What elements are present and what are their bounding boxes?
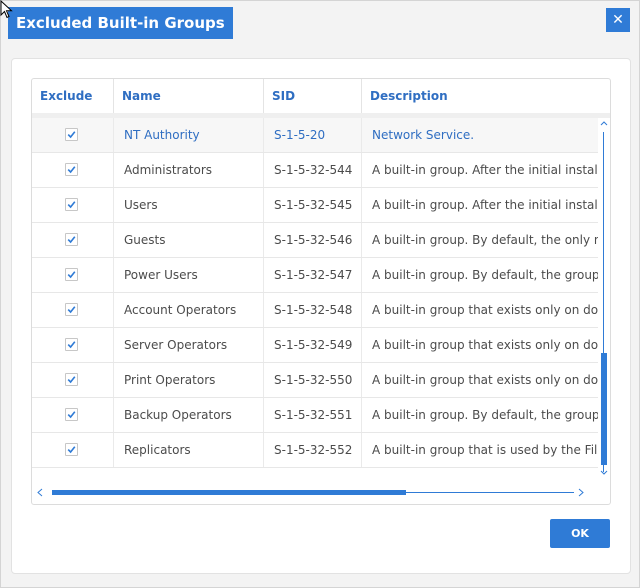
table-row[interactable]: Backup Operators S-1-5-32-551 A built-in g… [32, 398, 598, 433]
vertical-scroll-thumb[interactable] [601, 353, 607, 465]
column-header-exclude[interactable]: Exclude [32, 79, 114, 113]
name-cell: Replicators [114, 433, 264, 467]
name-cell: Server Operators [114, 328, 264, 362]
sid-cell: S-1-5-20 [264, 118, 362, 152]
checkmark-icon [67, 271, 76, 279]
table-row[interactable]: Replicators S-1-5-32-552 A built-in group … [32, 433, 598, 468]
description-cell: A built-in group. By default, the group [372, 408, 598, 422]
table-row[interactable]: Print Operators S-1-5-32-550 A built-in gr… [32, 363, 598, 398]
exclude-checkbox[interactable] [65, 128, 78, 141]
grid-header: Exclude Name SID Description [32, 79, 610, 118]
exclude-cell [32, 153, 114, 187]
scroll-left-icon[interactable] [37, 488, 43, 497]
description-cell: A built-in group. After the initial inst… [372, 198, 598, 212]
scroll-right-icon[interactable] [578, 488, 584, 497]
exclude-checkbox[interactable] [65, 233, 78, 246]
table-row[interactable]: Power Users S-1-5-32-547 A built-in group.… [32, 258, 598, 293]
table-row[interactable]: Account Operators S-1-5-32-548 A built-in … [32, 293, 598, 328]
exclude-checkbox[interactable] [65, 268, 78, 281]
exclude-cell [32, 328, 114, 362]
exclude-cell [32, 433, 114, 467]
name-cell: Guests [114, 223, 264, 257]
exclude-cell [32, 258, 114, 292]
description-cell: A built-in group. By default, the only n [372, 233, 598, 247]
exclude-cell [32, 398, 114, 432]
description-cell: A built-in group that exists only on do [372, 303, 598, 317]
name-cell: Users [114, 188, 264, 222]
exclude-cell [32, 118, 114, 152]
sid-cell: S-1-5-32-544 [264, 153, 362, 187]
table-row[interactable]: Users S-1-5-32-545 A built-in group. After… [32, 188, 598, 223]
title-bar: Excluded Built-in Groups ✕ [1, 1, 639, 47]
table-row[interactable]: Administrators S-1-5-32-544 A built-in gro… [32, 153, 598, 188]
name-cell: NT Authority [114, 118, 264, 152]
exclude-cell [32, 363, 114, 397]
exclude-checkbox[interactable] [65, 443, 78, 456]
description-cell: A built-in group that exists only on do [372, 338, 598, 352]
checkmark-icon [67, 446, 76, 454]
close-button[interactable]: ✕ [606, 8, 630, 32]
checkmark-icon [67, 411, 76, 419]
description-cell: Network Service. [372, 128, 475, 142]
name-cell: Backup Operators [114, 398, 264, 432]
sid-cell: S-1-5-32-546 [264, 223, 362, 257]
sid-cell: S-1-5-32-548 [264, 293, 362, 327]
description-cell: A built-in group that is used by the Fil [372, 443, 598, 457]
groups-grid: Exclude Name SID Description NT Authorit… [31, 78, 611, 505]
column-header-description[interactable]: Description [362, 79, 610, 113]
description-cell: A built-in group that exists only on do [372, 373, 598, 387]
column-header-name[interactable]: Name [114, 79, 264, 113]
horizontal-scrollbar[interactable] [32, 484, 598, 502]
exclude-cell [32, 293, 114, 327]
sid-cell: S-1-5-32-545 [264, 188, 362, 222]
name-cell: Administrators [114, 153, 264, 187]
checkmark-icon [67, 376, 76, 384]
horizontal-scroll-thumb[interactable] [52, 490, 406, 495]
sid-cell: S-1-5-32-547 [264, 258, 362, 292]
exclude-cell [32, 188, 114, 222]
exclude-checkbox[interactable] [65, 408, 78, 421]
description-cell: A built-in group. By default, the group [372, 268, 598, 282]
sid-cell: S-1-5-32-552 [264, 433, 362, 467]
exclude-checkbox[interactable] [65, 373, 78, 386]
vertical-scrollbar[interactable] [598, 118, 610, 484]
cursor-icon [0, 0, 13, 19]
name-cell: Print Operators [114, 363, 264, 397]
name-cell: Power Users [114, 258, 264, 292]
exclude-checkbox[interactable] [65, 198, 78, 211]
close-icon: ✕ [612, 12, 624, 28]
sid-cell: S-1-5-32-549 [264, 328, 362, 362]
name-cell: Account Operators [114, 293, 264, 327]
checkmark-icon [67, 166, 76, 174]
sid-cell: S-1-5-32-551 [264, 398, 362, 432]
scroll-up-icon[interactable] [600, 120, 608, 126]
checkmark-icon [67, 341, 76, 349]
grid-body: NT Authority S-1-5-20 Network Service. Admi… [32, 118, 598, 469]
table-row[interactable]: NT Authority S-1-5-20 Network Service. [32, 118, 598, 153]
content-panel: Exclude Name SID Description NT Authorit… [11, 58, 631, 574]
column-header-sid[interactable]: SID [264, 79, 362, 113]
table-row[interactable]: Guests S-1-5-32-546 A built-in group. By d… [32, 223, 598, 258]
exclude-checkbox[interactable] [65, 338, 78, 351]
exclude-checkbox[interactable] [65, 163, 78, 176]
scroll-down-icon[interactable] [600, 470, 608, 476]
table-row[interactable]: Server Operators S-1-5-32-549 A built-in g… [32, 328, 598, 363]
ok-button[interactable]: OK [550, 519, 610, 548]
exclude-checkbox[interactable] [65, 303, 78, 316]
checkmark-icon [67, 131, 76, 139]
excluded-groups-dialog: Excluded Built-in Groups ✕ Exclude Name … [0, 0, 640, 588]
description-cell: A built-in group. After the initial inst… [372, 163, 598, 177]
sid-cell: S-1-5-32-550 [264, 363, 362, 397]
checkmark-icon [67, 306, 76, 314]
exclude-cell [32, 223, 114, 257]
checkmark-icon [67, 236, 76, 244]
checkmark-icon [67, 201, 76, 209]
dialog-title: Excluded Built-in Groups [8, 7, 233, 39]
